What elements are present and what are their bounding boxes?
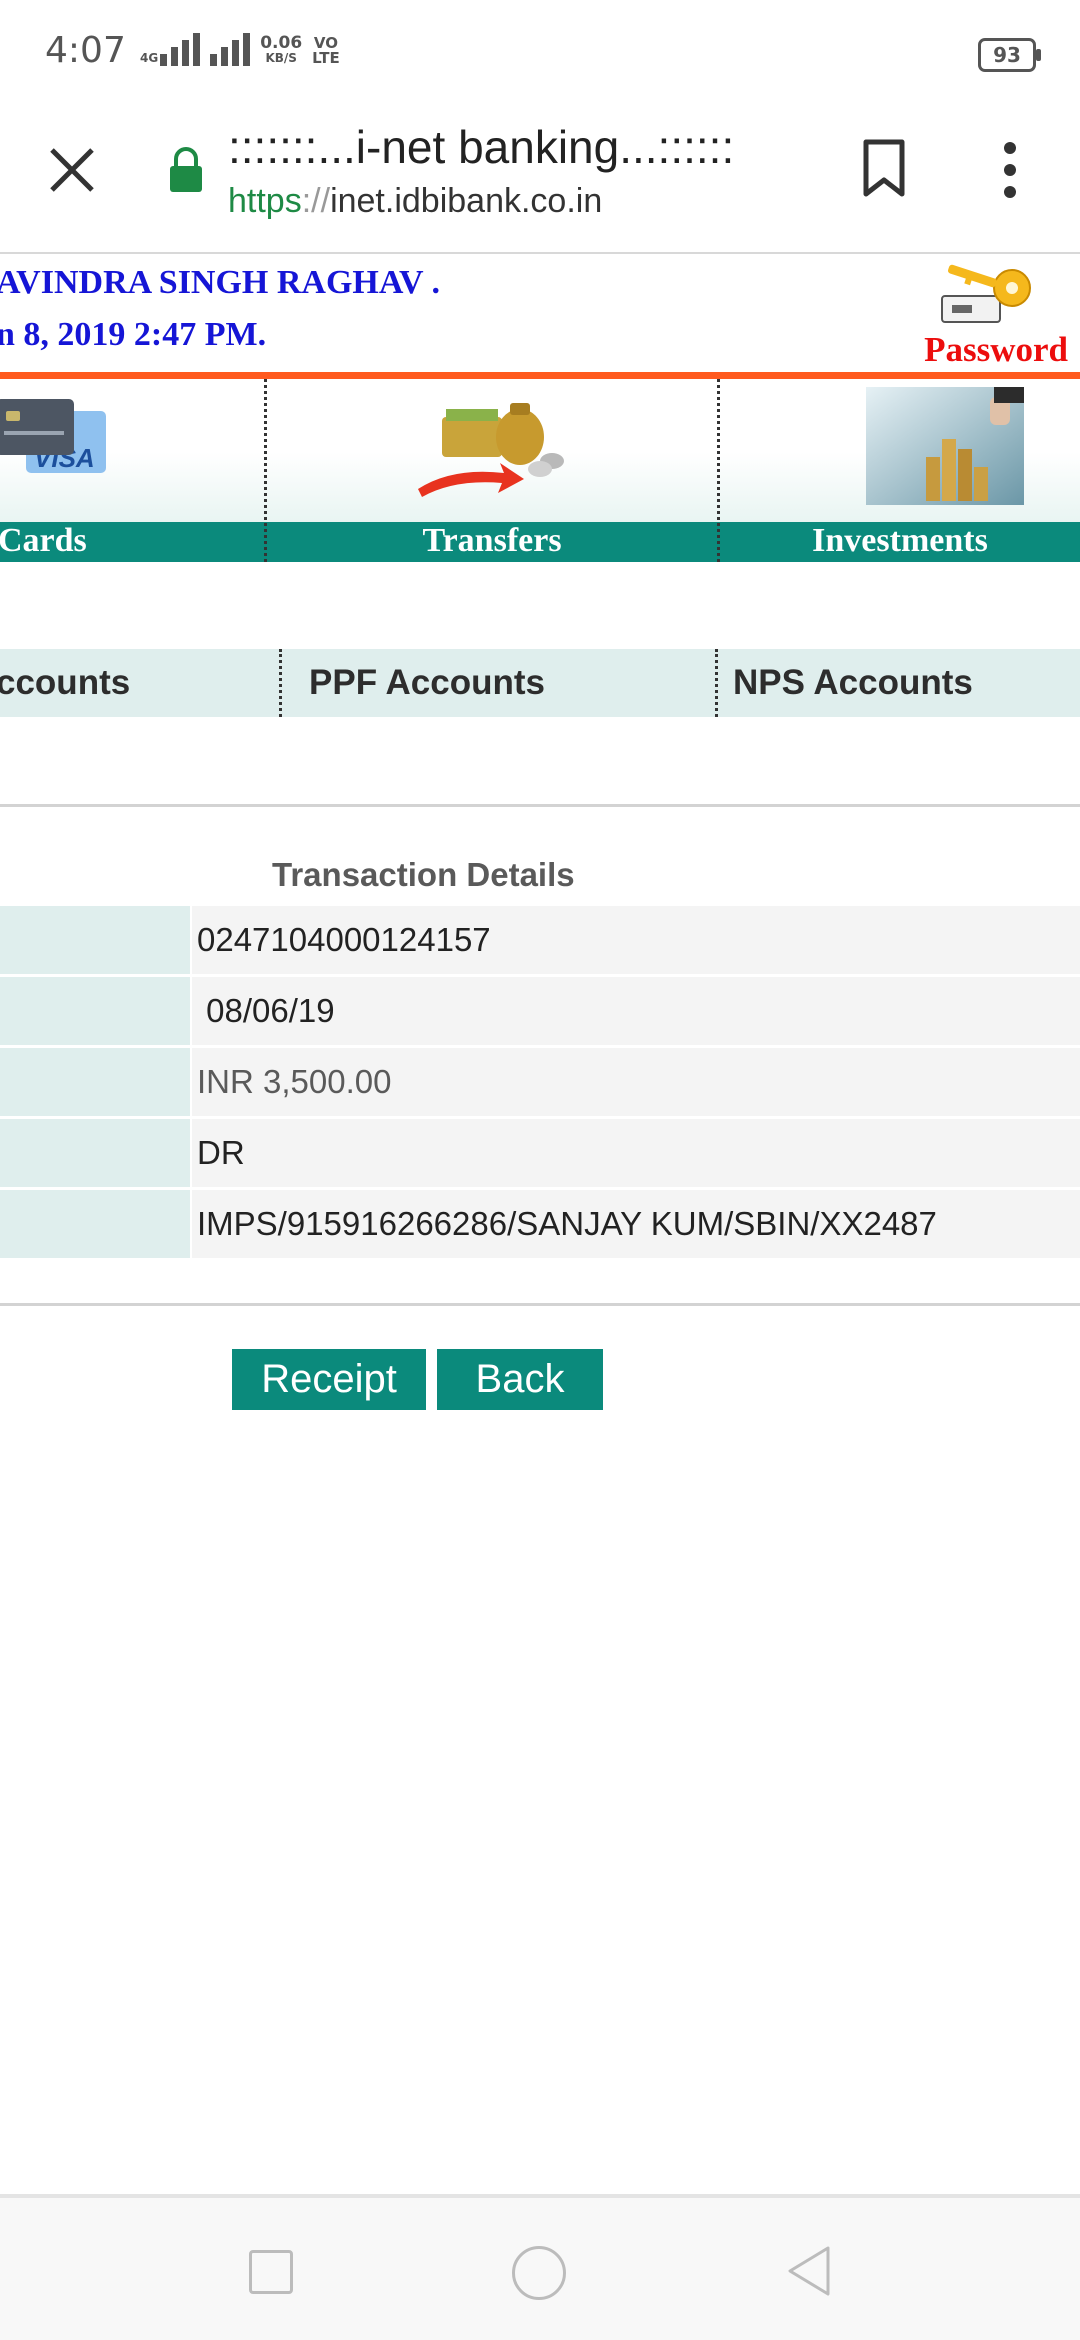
close-icon[interactable] (42, 140, 102, 200)
back-button[interactable]: Back (437, 1349, 603, 1410)
key-password-icon[interactable] (938, 260, 1034, 332)
last-login-date: n 8, 2019 2:47 PM. (0, 316, 267, 353)
detail-label-cell (0, 1190, 190, 1258)
sub-item-nps-accounts[interactable]: NPS Accounts (733, 649, 973, 717)
sub-menu-divider (715, 649, 718, 717)
more-vert-icon[interactable] (990, 138, 1030, 202)
bank-header: AVINDRA SINGH RAGHAV . n 8, 2019 2:47 PM… (0, 254, 1080, 379)
password-link[interactable]: Password (924, 330, 1068, 370)
page-title[interactable]: :::::::...i-net banking...:::::: (228, 120, 734, 174)
url-host: inet.idbibank.co.in (330, 182, 603, 220)
detail-label-cell (0, 1048, 190, 1116)
divider-line (0, 1303, 1080, 1306)
volte-icon: VO LTE (312, 36, 340, 66)
screen: 4:07 4G 0.06 KB/S VO LTE 93:::::::...i-… (0, 0, 1080, 2340)
status-icons: 4G 0.06 KB/S VO LTE (140, 32, 340, 66)
money-transfer-icon (418, 403, 564, 497)
recents-square-icon[interactable] (249, 2250, 293, 2294)
table-row: 08/06/19 (0, 977, 1080, 1045)
table-row: 0247104000124157 (0, 906, 1080, 974)
url-scheme: https (228, 182, 302, 220)
volte-bottom-label: LTE (312, 49, 340, 67)
table-row: IMPS/915916266286/SANJAY KUM/SBIN/XX2487 (0, 1190, 1080, 1258)
detail-label-cell (0, 906, 190, 974)
bookmark-icon[interactable] (856, 138, 912, 198)
browser-toolbar: :::::::...i-net banking...:::::: https:/… (0, 100, 1080, 254)
table-row: DR (0, 1119, 1080, 1187)
sub-menu-divider (279, 649, 282, 717)
amount-value: INR 3,500.00 (192, 1048, 1080, 1116)
menu-label-cards: Cards (0, 522, 87, 559)
data-speed-value: 0.06 (260, 33, 303, 53)
sub-menu: ccounts PPF Accounts NPS Accounts (0, 649, 1080, 717)
menu-item-investments[interactable]: Investments (720, 379, 1080, 562)
detail-label-cell (0, 1119, 190, 1187)
table-row: INR 3,500.00 (0, 1048, 1080, 1116)
sub-item-ppf-accounts[interactable]: PPF Accounts (309, 649, 545, 717)
status-bar: 4:07 4G 0.06 KB/S VO LTE 93 (0, 0, 1080, 100)
detail-label-cell (0, 977, 190, 1045)
debit-credit-value: DR (192, 1119, 1080, 1187)
main-menu: VISA Cards Transfers Investments (0, 379, 1080, 562)
account-number-value: 0247104000124157 (192, 906, 1080, 974)
menu-item-cards[interactable]: VISA Cards (0, 379, 264, 562)
url-bar[interactable]: https://inet.idbibank.co.in (228, 182, 602, 221)
data-speed-unit: KB/S (265, 51, 297, 65)
home-circle-icon[interactable] (512, 2246, 566, 2300)
signal-bars-icon (210, 32, 251, 66)
receipt-button[interactable]: Receipt (232, 1349, 426, 1410)
signal-4g-icon: 4G (140, 32, 201, 66)
sub-item-accounts[interactable]: ccounts (0, 649, 130, 717)
url-separator: :// (301, 182, 331, 220)
lock-icon (170, 147, 202, 192)
transaction-details-title: Transaction Details (272, 856, 575, 893)
remarks-value: IMPS/915916266286/SANJAY KUM/SBIN/XX2487 (192, 1190, 1080, 1258)
coins-investment-icon (866, 387, 1024, 505)
menu-label-investments: Investments (812, 522, 988, 559)
transaction-date-value: 08/06/19 (192, 977, 1080, 1045)
back-triangle-icon[interactable] (784, 2244, 834, 2298)
battery-icon: 93 (978, 38, 1041, 72)
visa-card-icon: VISA (0, 399, 106, 473)
menu-label-transfers: Transfers (422, 522, 562, 559)
status-time: 4:07 (45, 30, 126, 71)
data-speed-indicator: 0.06 KB/S (260, 33, 303, 66)
network-type-label: 4G (140, 51, 159, 65)
welcome-name: AVINDRA SINGH RAGHAV . (0, 264, 440, 301)
divider-line (0, 804, 1080, 807)
system-nav-bar (0, 2194, 1080, 2340)
menu-item-transfers[interactable]: Transfers (267, 379, 717, 562)
